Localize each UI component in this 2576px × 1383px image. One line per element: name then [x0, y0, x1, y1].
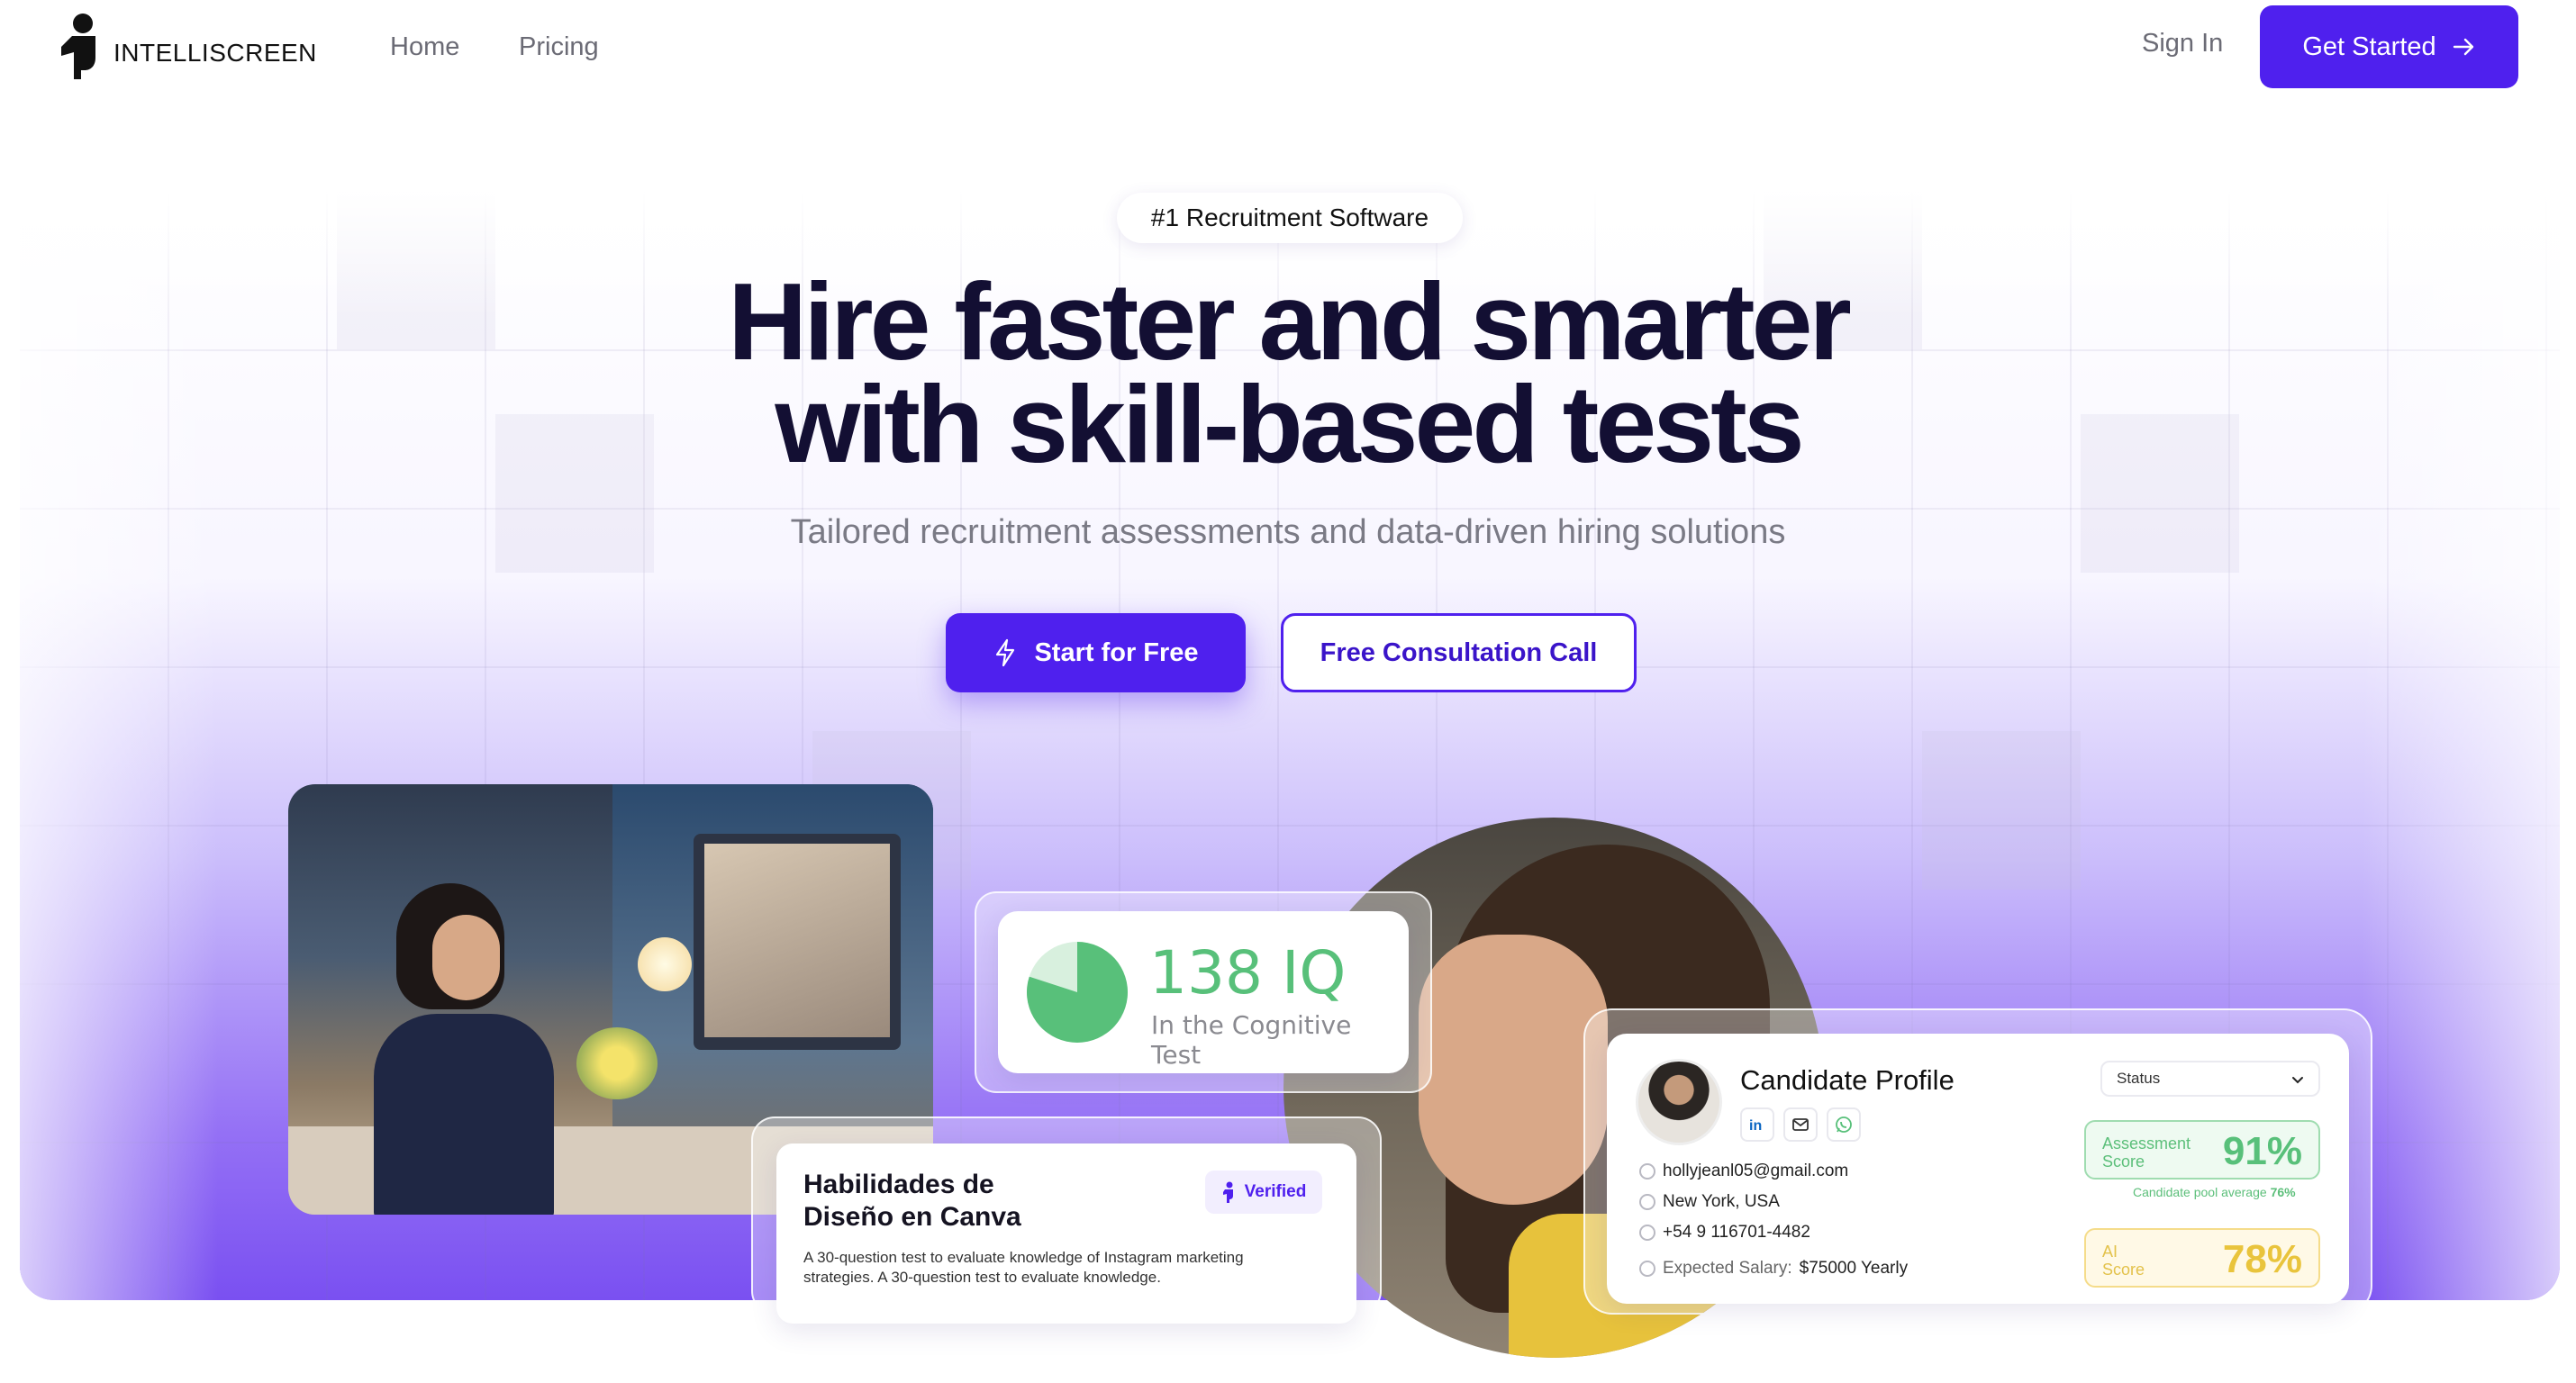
iq-caption: In the Cognitive Test: [1151, 1010, 1352, 1070]
iq-score-card: 138 IQ In the Cognitive Test: [998, 911, 1409, 1073]
candidate-location-text: New York, USA: [1663, 1192, 1780, 1211]
sign-in-link[interactable]: Sign In: [2142, 29, 2223, 59]
mail-icon: [1792, 1118, 1809, 1131]
phone-icon: [1639, 1225, 1655, 1241]
candidate-location: New York, USA: [1639, 1192, 1780, 1212]
nav-link-home[interactable]: Home: [390, 32, 459, 62]
candidate-profile-card: Candidate Profile in Status hollyjeanl05…: [1607, 1034, 2349, 1304]
whatsapp-icon: [1836, 1116, 1852, 1133]
assessment-score-label: Assessment Score: [2102, 1134, 2191, 1171]
svg-text:in: in: [1749, 1118, 1762, 1134]
get-started-label: Get Started: [2302, 32, 2436, 61]
linkedin-button[interactable]: in: [1740, 1107, 1774, 1142]
nav-link-pricing[interactable]: Pricing: [519, 32, 599, 62]
photo-woman: [324, 838, 554, 1215]
avatar: [1636, 1059, 1722, 1145]
photo-flowers: [576, 1027, 658, 1099]
hero-title-line-2: with skill-based tests: [775, 363, 1804, 485]
pie-chart-icon: [1027, 942, 1128, 1043]
brand-logo[interactable]: INTELLISCREEN: [56, 13, 317, 81]
skill-test-card[interactable]: Habilidades de Diseño en Canva Verified …: [776, 1143, 1356, 1324]
assessment-label-line-1: Assessment: [2102, 1134, 2191, 1152]
ai-label-line-1: AI: [2102, 1243, 2118, 1261]
email-button[interactable]: [1783, 1107, 1818, 1142]
start-for-free-button[interactable]: Start for Free: [946, 613, 1246, 692]
candidate-email-text: hollyjeanl05@gmail.com: [1663, 1162, 1849, 1180]
test-description: A 30-question test to evaluate knowledge…: [803, 1249, 1244, 1286]
pool-average-value: 76%: [2270, 1185, 2296, 1199]
hero-badge: #1 Recruitment Software: [1117, 193, 1463, 243]
top-nav: INTELLISCREEN Home Pricing Sign In Get S…: [0, 0, 2576, 99]
ai-label-line-2: Score: [2102, 1261, 2145, 1279]
assessment-score-value: 91%: [2222, 1129, 2302, 1173]
grid-tile: [2081, 414, 2239, 573]
photo-lamp: [638, 937, 692, 991]
photo-video-call-screen: [704, 844, 890, 1037]
hero-fade-left: [20, 191, 218, 1300]
hero-title: Hire faster and smarter with skill-based…: [540, 267, 2036, 479]
lightning-icon: [996, 638, 1015, 667]
whatsapp-button[interactable]: [1827, 1107, 1861, 1142]
grid-tile: [1922, 731, 2081, 890]
status-dropdown[interactable]: Status: [2100, 1061, 2320, 1097]
email-icon: [1639, 1163, 1655, 1180]
linkedin-icon: in: [1749, 1118, 1762, 1134]
free-consultation-button[interactable]: Free Consultation Call: [1281, 613, 1637, 692]
ai-score-value: 78%: [2222, 1237, 2302, 1281]
pool-average: Candidate pool average 76%: [2133, 1185, 2296, 1199]
brand-name: INTELLISCREEN: [113, 39, 317, 67]
arrow-right-icon: [2453, 38, 2473, 56]
candidate-email: hollyjeanl05@gmail.com: [1639, 1162, 1848, 1181]
candidate-profile-title: Candidate Profile: [1740, 1064, 1955, 1096]
salary-value: $75000 Yearly: [1799, 1259, 1909, 1278]
salary-label: Expected Salary:: [1663, 1259, 1792, 1278]
hero-fade-right: [2362, 191, 2560, 1300]
verified-logo-icon: [1222, 1181, 1233, 1203]
location-icon: [1639, 1194, 1655, 1210]
get-started-button[interactable]: Get Started: [2260, 5, 2518, 88]
candidate-salary: Expected Salary: $75000 Yearly: [1639, 1259, 1908, 1279]
pool-average-label: Candidate pool average: [2133, 1185, 2267, 1199]
verified-badge: Verified: [1205, 1171, 1322, 1214]
assessment-score-box: Assessment Score 91%: [2084, 1120, 2320, 1180]
test-title: Habilidades de Diseño en Canva: [803, 1169, 1182, 1234]
candidate-phone-text: +54 9 116701-4482: [1663, 1223, 1810, 1242]
test-title-line-1: Habilidades de: [803, 1170, 994, 1199]
status-placeholder: Status: [2117, 1070, 2161, 1087]
person-logo-icon: [61, 14, 95, 79]
start-for-free-label: Start for Free: [1034, 637, 1199, 667]
verified-label: Verified: [1244, 1182, 1307, 1201]
iq-value: 138 IQ: [1149, 938, 1347, 1008]
candidate-phone: +54 9 116701-4482: [1639, 1223, 1810, 1243]
hero-subtitle: Tailored recruitment assessments and dat…: [790, 513, 1786, 551]
assessment-label-line-2: Score: [2102, 1152, 2145, 1171]
chevron-down-icon: [2292, 1077, 2303, 1084]
salary-icon: [1639, 1261, 1655, 1277]
test-title-line-2: Diseño en Canva: [803, 1202, 1021, 1232]
ai-score-label: AI Score: [2102, 1243, 2145, 1279]
ai-score-box: AI Score 78%: [2084, 1228, 2320, 1288]
